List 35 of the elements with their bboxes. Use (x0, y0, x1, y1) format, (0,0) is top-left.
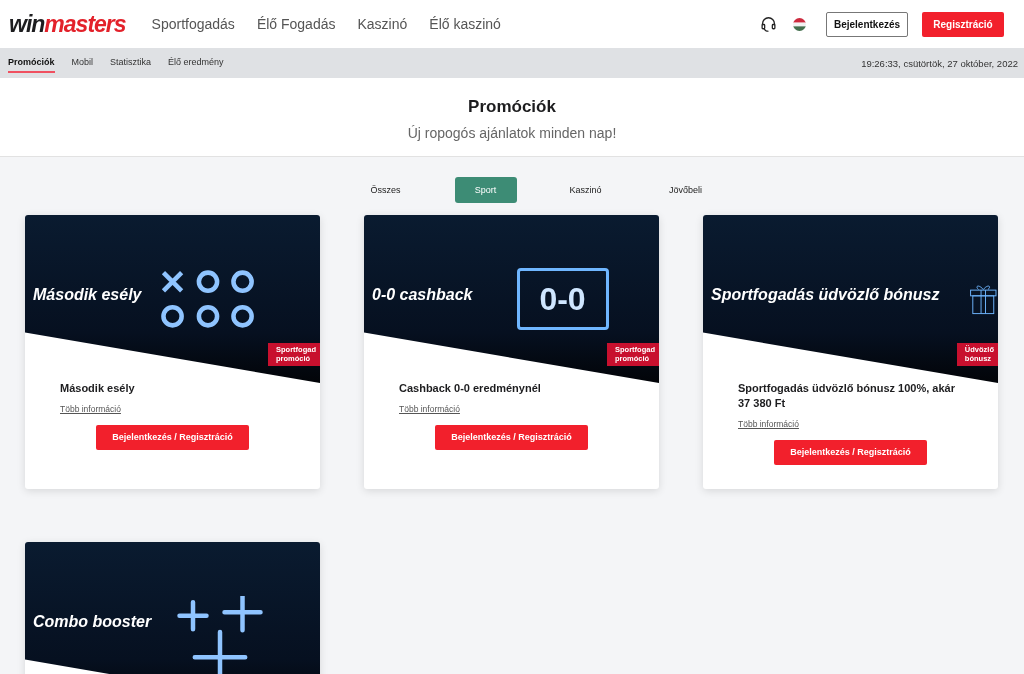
banner-title: Második esély (33, 284, 143, 305)
login-button[interactable]: Bejelentkezés (826, 11, 908, 37)
filter-tab[interactable]: Összes (354, 177, 417, 203)
winmasters-logo[interactable]: winmasters (9, 10, 126, 38)
promo-title: Cashback 0-0 eredménynél (399, 381, 542, 396)
subnav-tab[interactable]: Mobil (71, 53, 94, 73)
scoreboard-icon: 0-0 (516, 268, 609, 330)
plus-signs-icon (175, 596, 266, 674)
subnav-tab[interactable]: Promóciók (8, 53, 55, 73)
page-title: Promóciók (467, 97, 557, 117)
headset-icon[interactable] (760, 15, 777, 33)
promo-title: Második esély (60, 381, 136, 396)
more-info-link[interactable]: Több információ (399, 403, 460, 414)
promo-title: Sportfogadás üdvözlő bónusz 100%, akár 37 380 Ft (738, 381, 956, 411)
nav-link[interactable]: Élő Fogadás (256, 16, 336, 32)
page-subtitle: Új ropogós ajánlatok minden nap! (406, 125, 618, 141)
login-register-button[interactable]: Bejelentkezés / Regisztráció (774, 439, 927, 465)
nav-link[interactable]: Kaszinó (357, 16, 408, 32)
banner-title: Combo booster (33, 611, 153, 632)
subnav-tab[interactable]: Élő eredmény (168, 53, 224, 73)
date-time: 19:26:33, csütörtök, 27 október, 2022 (861, 57, 1018, 69)
register-button[interactable]: Regisztráció (922, 11, 1004, 37)
more-info-link[interactable]: Több információ (738, 418, 799, 429)
filter-tab[interactable]: Jövőbeli (654, 177, 717, 203)
nav-link[interactable]: Sportfogadás (151, 16, 235, 32)
flag-icon[interactable] (793, 17, 806, 31)
banner-title: 0-0 cashback (372, 284, 474, 305)
nav-link[interactable]: Élő kaszinó (429, 16, 501, 32)
more-info-link[interactable]: Több információ (60, 403, 121, 414)
subnav-tab[interactable]: Statisztika (110, 53, 152, 73)
banner-title: Sportfogadás üdvözlő bónusz (711, 284, 941, 305)
login-register-button[interactable]: Bejelentkezés / Regisztráció (96, 424, 249, 450)
login-register-button[interactable]: Bejelentkezés / Regisztráció (435, 424, 588, 450)
filter-tab[interactable]: Sport (454, 177, 517, 203)
filter-tab[interactable]: Kaszinó (554, 177, 617, 203)
